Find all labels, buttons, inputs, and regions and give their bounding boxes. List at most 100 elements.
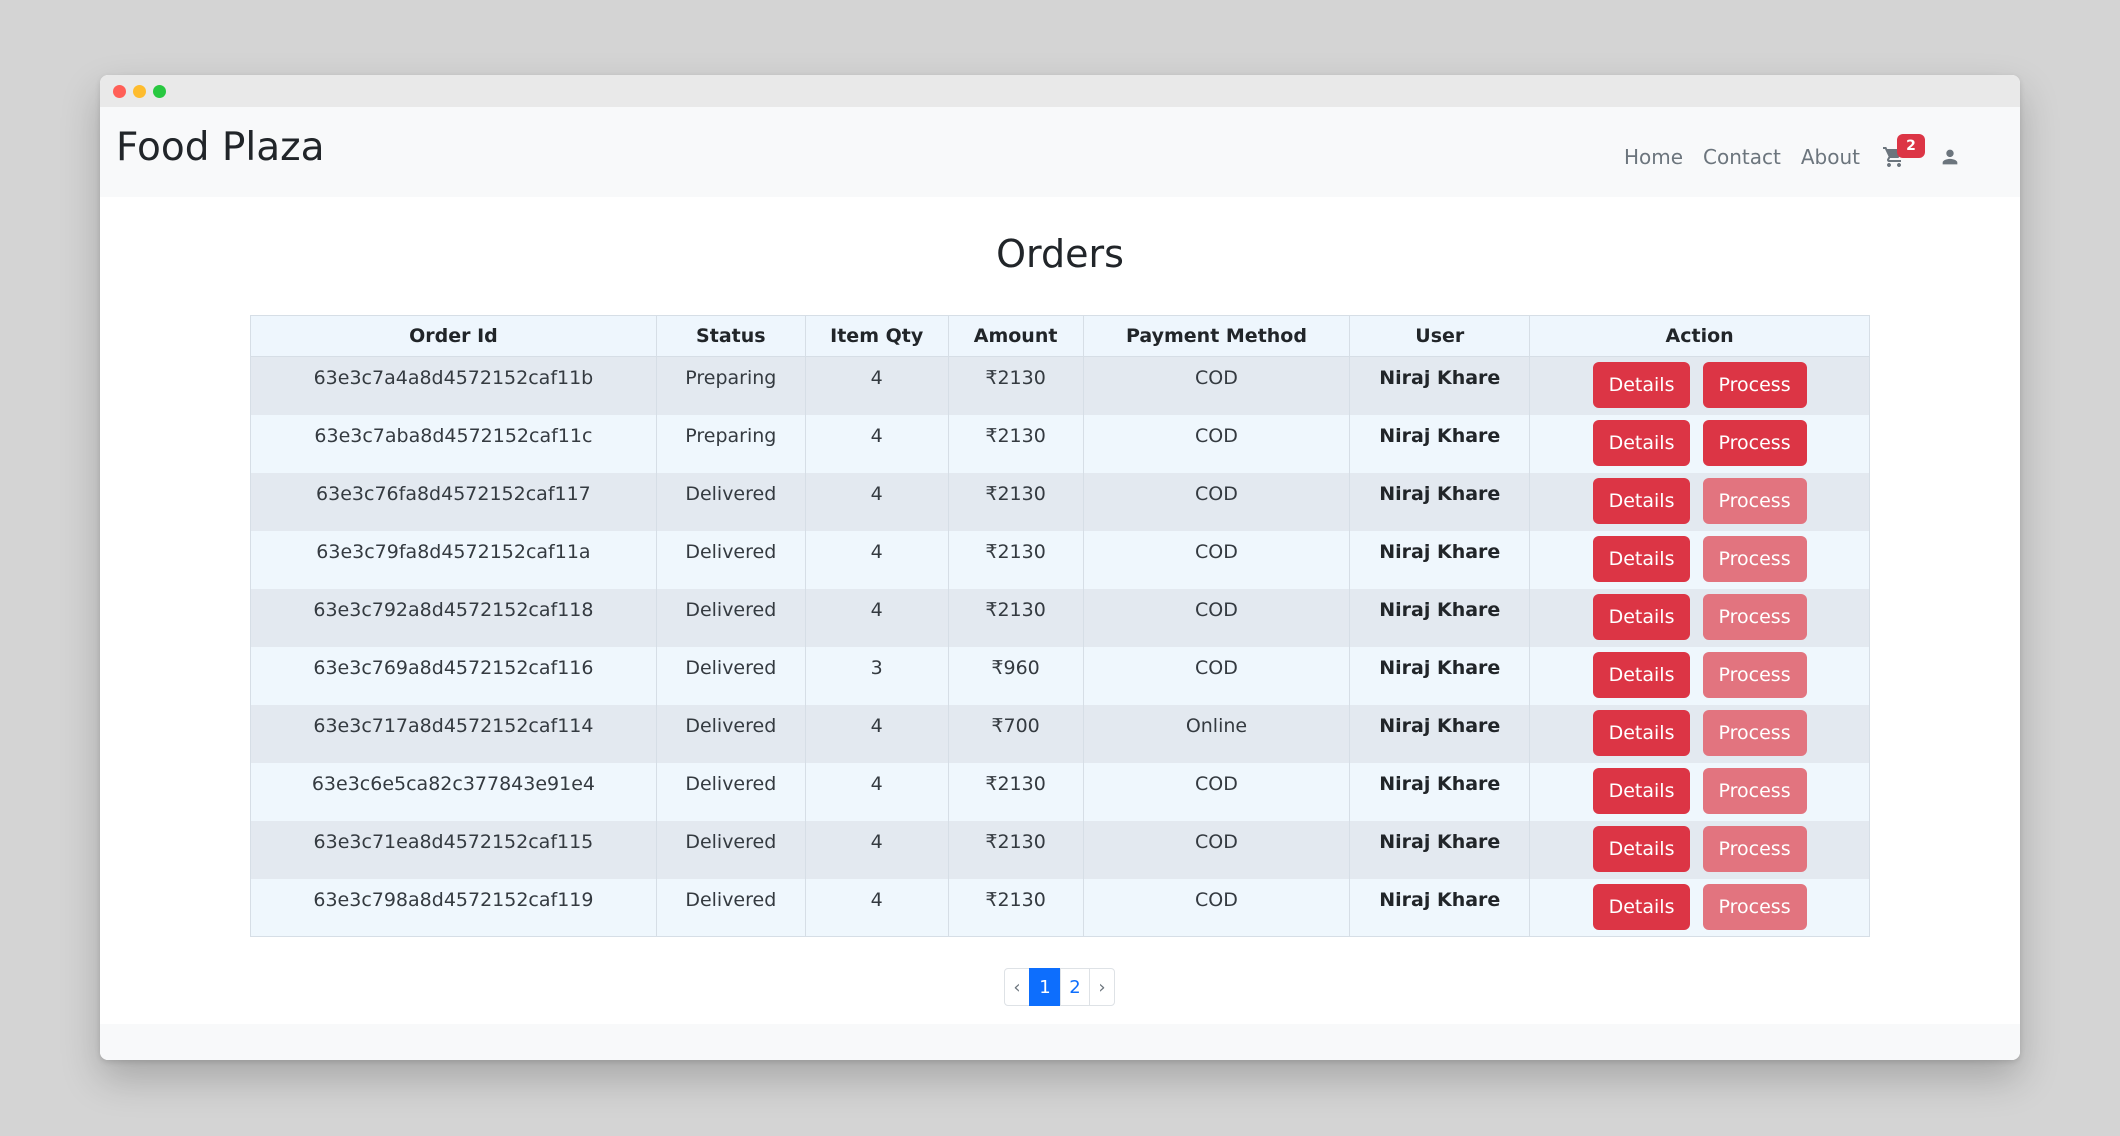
payment-method-cell: COD bbox=[1082, 356, 1351, 415]
amount-cell: ₹960 bbox=[947, 646, 1084, 705]
status-cell: Delivered bbox=[655, 878, 806, 937]
status-cell: Delivered bbox=[655, 646, 806, 705]
order-id-cell: 63e3c717a8d4572152caf114 bbox=[250, 704, 657, 763]
details-button[interactable]: Details bbox=[1592, 651, 1691, 698]
amount-cell: ₹700 bbox=[947, 704, 1084, 763]
table-row: 63e3c76fa8d4572152caf117 Delivered 4 ₹21… bbox=[250, 472, 1870, 531]
user-cell: Niraj Khare bbox=[1349, 878, 1531, 937]
process-button-disabled: Process bbox=[1702, 651, 1807, 698]
process-button-disabled: Process bbox=[1702, 535, 1807, 582]
user-icon bbox=[1942, 149, 1958, 165]
pagination-next-button[interactable]: › bbox=[1089, 968, 1115, 1006]
item-qty-cell: 4 bbox=[804, 588, 949, 647]
status-cell: Delivered bbox=[655, 472, 806, 531]
table-row: 63e3c6e5ca82c377843e91e4 Delivered 4 ₹21… bbox=[250, 762, 1870, 821]
details-button[interactable]: Details bbox=[1592, 477, 1691, 524]
user-cell: Niraj Khare bbox=[1349, 530, 1531, 589]
action-cell: Details Process bbox=[1529, 704, 1870, 763]
payment-method-cell: COD bbox=[1082, 530, 1351, 589]
amount-cell: ₹2130 bbox=[947, 530, 1084, 589]
item-qty-cell: 4 bbox=[804, 820, 949, 879]
table-row: 63e3c798a8d4572152caf119 Delivered 4 ₹21… bbox=[250, 878, 1870, 937]
details-button[interactable]: Details bbox=[1592, 709, 1691, 756]
status-cell: Preparing bbox=[655, 414, 806, 473]
details-button[interactable]: Details bbox=[1592, 419, 1691, 466]
amount-cell: ₹2130 bbox=[947, 472, 1084, 531]
payment-method-cell: COD bbox=[1082, 646, 1351, 705]
pagination-prev-button[interactable]: ‹ bbox=[1004, 968, 1030, 1006]
process-button[interactable]: Process bbox=[1702, 362, 1807, 408]
footer bbox=[100, 1024, 2020, 1060]
item-qty-cell: 4 bbox=[804, 472, 949, 531]
details-button[interactable]: Details bbox=[1592, 593, 1691, 640]
cart-button[interactable]: 2 bbox=[1880, 134, 1925, 172]
payment-method-cell: COD bbox=[1082, 878, 1351, 937]
column-header-action: Action bbox=[1529, 315, 1870, 357]
column-header-status: Status bbox=[655, 315, 806, 357]
amount-cell: ₹2130 bbox=[947, 356, 1084, 415]
close-window-dot[interactable] bbox=[113, 85, 126, 98]
order-id-cell: 63e3c76fa8d4572152caf117 bbox=[250, 472, 657, 531]
user-cell: Niraj Khare bbox=[1349, 704, 1531, 763]
cart-count-badge: 2 bbox=[1897, 134, 1925, 158]
order-id-cell: 63e3c71ea8d4572152caf115 bbox=[250, 820, 657, 879]
status-cell: Delivered bbox=[655, 588, 806, 647]
table-row: 63e3c769a8d4572152caf116 Delivered 3 ₹96… bbox=[250, 646, 1870, 705]
page-title: Orders bbox=[996, 232, 1124, 276]
action-cell: Details Process bbox=[1529, 414, 1870, 473]
order-id-cell: 63e3c792a8d4572152caf118 bbox=[250, 588, 657, 647]
details-button[interactable]: Details bbox=[1592, 883, 1691, 930]
details-button[interactable]: Details bbox=[1592, 362, 1691, 408]
amount-cell: ₹2130 bbox=[947, 878, 1084, 937]
pagination-page-2[interactable]: 2 bbox=[1060, 968, 1090, 1006]
action-cell: Details Process bbox=[1529, 356, 1870, 415]
details-button[interactable]: Details bbox=[1592, 767, 1691, 814]
orders-table: Order Id Status Item Qty Amount Payment … bbox=[250, 315, 1870, 937]
item-qty-cell: 4 bbox=[804, 530, 949, 589]
browser-window: Food Plaza Home Contact About 2 Orders O… bbox=[100, 75, 2020, 1060]
pagination-page-1[interactable]: 1 bbox=[1029, 968, 1061, 1006]
amount-cell: ₹2130 bbox=[947, 762, 1084, 821]
details-button[interactable]: Details bbox=[1592, 825, 1691, 872]
table-row: 63e3c7a4a8d4572152caf11b Preparing 4 ₹21… bbox=[250, 356, 1870, 415]
process-button-disabled: Process bbox=[1702, 825, 1807, 872]
order-id-cell: 63e3c7aba8d4572152caf11c bbox=[250, 414, 657, 473]
payment-method-cell: COD bbox=[1082, 414, 1351, 473]
window-titlebar bbox=[100, 75, 2020, 107]
nav-link-contact[interactable]: Contact bbox=[1703, 145, 1781, 169]
item-qty-cell: 4 bbox=[804, 762, 949, 821]
action-cell: Details Process bbox=[1529, 472, 1870, 531]
table-row: 63e3c71ea8d4572152caf115 Delivered 4 ₹21… bbox=[250, 820, 1870, 879]
action-cell: Details Process bbox=[1529, 762, 1870, 821]
user-cell: Niraj Khare bbox=[1349, 588, 1531, 647]
column-header-user: User bbox=[1349, 315, 1531, 357]
order-id-cell: 63e3c7a4a8d4572152caf11b bbox=[250, 356, 657, 415]
minimize-window-dot[interactable] bbox=[133, 85, 146, 98]
process-button-disabled: Process bbox=[1702, 767, 1807, 814]
details-button[interactable]: Details bbox=[1592, 535, 1691, 582]
brand-logo[interactable]: Food Plaza bbox=[116, 123, 325, 173]
column-header-amount: Amount bbox=[947, 315, 1084, 357]
process-button[interactable]: Process bbox=[1702, 419, 1807, 466]
user-cell: Niraj Khare bbox=[1349, 762, 1531, 821]
user-cell: Niraj Khare bbox=[1349, 820, 1531, 879]
table-row: 63e3c79fa8d4572152caf11a Delivered 4 ₹21… bbox=[250, 530, 1870, 589]
maximize-window-dot[interactable] bbox=[153, 85, 166, 98]
table-row: 63e3c717a8d4572152caf114 Delivered 4 ₹70… bbox=[250, 704, 1870, 763]
nav-link-home[interactable]: Home bbox=[1624, 145, 1683, 169]
payment-method-cell: COD bbox=[1082, 820, 1351, 879]
user-cell: Niraj Khare bbox=[1349, 414, 1531, 473]
item-qty-cell: 4 bbox=[804, 878, 949, 937]
user-menu-button[interactable] bbox=[1936, 142, 1964, 172]
payment-method-cell: COD bbox=[1082, 762, 1351, 821]
column-header-payment-method: Payment Method bbox=[1082, 315, 1351, 357]
status-cell: Delivered bbox=[655, 762, 806, 821]
user-cell: Niraj Khare bbox=[1349, 646, 1531, 705]
action-cell: Details Process bbox=[1529, 820, 1870, 879]
payment-method-cell: COD bbox=[1082, 472, 1351, 531]
amount-cell: ₹2130 bbox=[947, 588, 1084, 647]
item-qty-cell: 4 bbox=[804, 704, 949, 763]
item-qty-cell: 4 bbox=[804, 356, 949, 415]
amount-cell: ₹2130 bbox=[947, 820, 1084, 879]
nav-link-about[interactable]: About bbox=[1801, 145, 1860, 169]
